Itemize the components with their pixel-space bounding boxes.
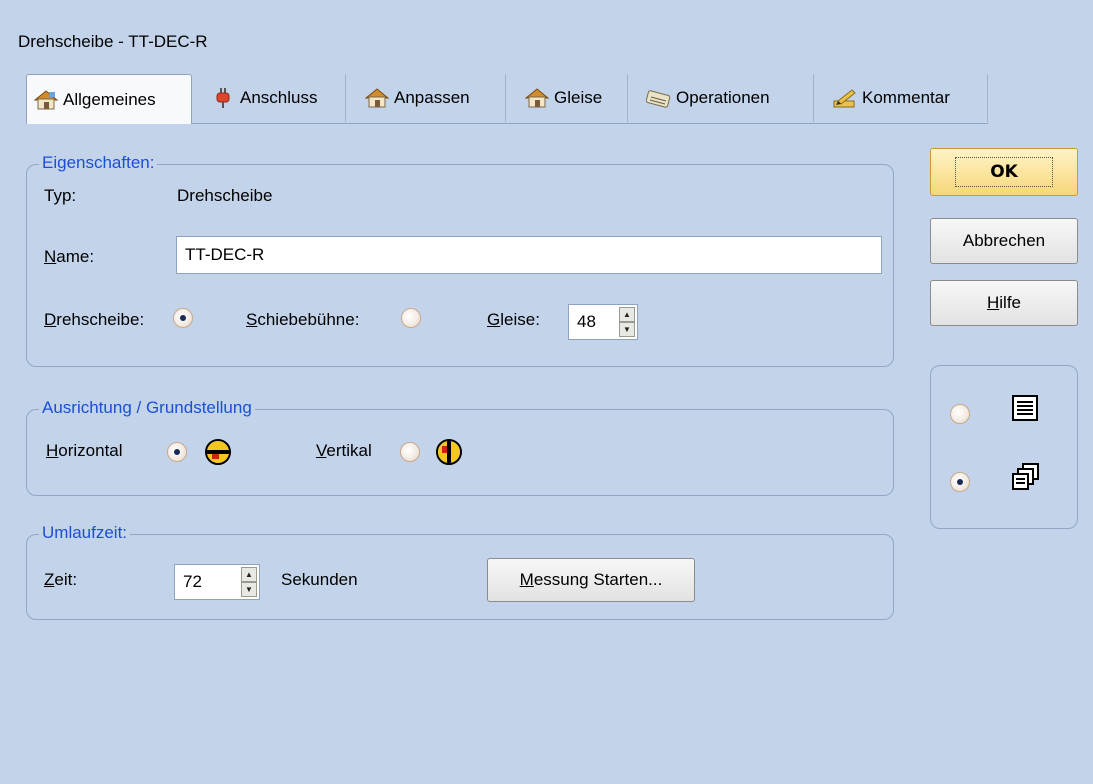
cancel-button[interactable]: Abbrechen (930, 218, 1078, 264)
schiebebuehne-label: Schiebebühne: (246, 310, 360, 329)
cascade-view-radio[interactable] (950, 472, 970, 492)
help-button[interactable]: Hilfe (930, 280, 1078, 326)
spin-up-button[interactable]: ▲ (241, 567, 257, 582)
tab-bar: Allgemeines Anschluss Anpassen Gleise Op… (26, 74, 988, 124)
tab-anpassen[interactable]: Anpassen (358, 74, 506, 122)
list-icon (1011, 394, 1041, 427)
typ-label: Typ: (44, 186, 77, 205)
plug-icon (210, 87, 236, 109)
horizontal-radio[interactable] (167, 442, 187, 462)
keyboard-icon (645, 87, 672, 109)
name-input-value: TT-DEC-R (185, 245, 265, 264)
tab-label: Allgemeines (63, 89, 156, 109)
view-mode-panel (930, 365, 1078, 529)
list-view-radio[interactable] (950, 404, 970, 424)
house-icon (33, 89, 59, 111)
window-title: Drehscheibe - TT-DEC-R (18, 32, 208, 51)
tab-allgemeines[interactable]: Allgemeines (26, 74, 192, 124)
drehscheibe-radio[interactable] (173, 308, 193, 328)
house-icon (364, 87, 390, 109)
group-legend: Ausrichtung / Grundstellung (39, 398, 255, 418)
tab-anschluss[interactable]: Anschluss (204, 74, 346, 122)
zeit-unit: Sekunden (281, 570, 358, 589)
drehscheibe-label: Drehscheibe: (44, 310, 145, 329)
tab-kommentar[interactable]: Kommentar (826, 74, 988, 122)
gleise-spinner[interactable]: 48 ▲ ▼ (568, 304, 638, 340)
vertikal-radio[interactable] (400, 442, 420, 462)
spin-down-button[interactable]: ▼ (241, 582, 257, 597)
gleise-value: 48 (577, 312, 596, 331)
tab-operationen[interactable]: Operationen (640, 74, 814, 122)
spin-up-button[interactable]: ▲ (619, 307, 635, 322)
tab-label: Anschluss (240, 88, 318, 107)
tab-label: Anpassen (394, 88, 470, 107)
group-legend: Umlaufzeit: (39, 523, 131, 543)
arrow-up-icon: ▲ (245, 569, 253, 579)
zeit-value: 72 (183, 572, 202, 591)
group-legend: Eigenschaften: (39, 153, 158, 173)
umlaufzeit-group: Umlaufzeit: (26, 523, 894, 620)
tab-label: Operationen (676, 88, 770, 107)
arrow-down-icon: ▼ (623, 324, 631, 334)
zeit-label: Zeit: (44, 570, 78, 589)
arrow-up-icon: ▲ (623, 309, 631, 319)
horizontal-orientation-icon (205, 439, 231, 465)
name-label: Name: (44, 247, 95, 266)
zeit-spinner[interactable]: 72 ▲ ▼ (174, 564, 260, 600)
tab-label: Kommentar (862, 88, 950, 107)
messung-starten-button[interactable]: Messung Starten... (487, 558, 695, 602)
tab-label: Gleise (554, 88, 603, 107)
gleise-label: Gleise: (487, 310, 540, 329)
house-icon (524, 87, 550, 109)
ok-button[interactable]: OK (930, 148, 1078, 196)
cascade-windows-icon (1011, 462, 1041, 497)
spin-down-button[interactable]: ▼ (619, 322, 635, 337)
tab-gleise[interactable]: Gleise (518, 74, 628, 122)
pencil-icon (832, 87, 858, 109)
arrow-down-icon: ▼ (245, 584, 253, 594)
name-input[interactable]: TT-DEC-R (176, 236, 882, 274)
vertikal-label: Vertikal (316, 441, 372, 460)
typ-value: Drehscheibe (177, 186, 273, 205)
schiebebuehne-radio[interactable] (401, 308, 421, 328)
vertical-orientation-icon (436, 439, 462, 465)
horizontal-label: Horizontal (46, 441, 123, 460)
